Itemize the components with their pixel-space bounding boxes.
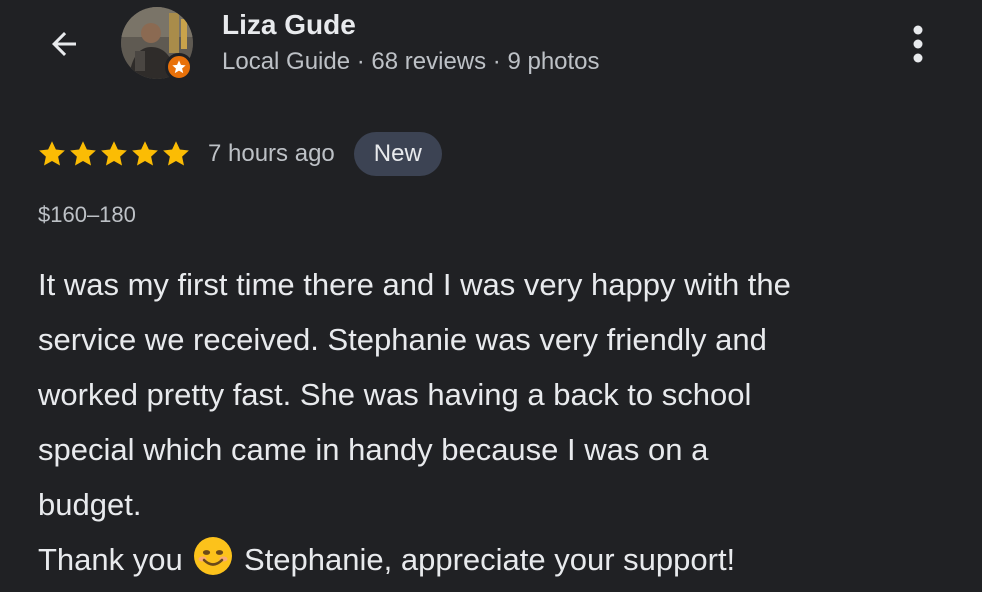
star-icon bbox=[132, 141, 158, 166]
review-time: 7 hours ago bbox=[208, 140, 335, 167]
closing-text-end: Stephanie, appreciate your support! bbox=[244, 542, 736, 577]
smiling-face-icon bbox=[194, 537, 233, 575]
review-text: It was my first time there and I was ver… bbox=[38, 257, 958, 587]
review-line: It was my first time there and I was ver… bbox=[38, 267, 791, 302]
back-button[interactable] bbox=[44, 26, 84, 66]
star-icon bbox=[39, 141, 65, 166]
more-options-button[interactable] bbox=[898, 22, 938, 70]
new-badge: New bbox=[353, 132, 442, 176]
user-meta: Local Guide · 68 reviews · 9 photos bbox=[222, 48, 600, 75]
review-line: worked pretty fast. She was having a bac… bbox=[38, 377, 752, 412]
rating-row: 7 hours ago New bbox=[37, 131, 442, 177]
local-guide-star-icon bbox=[165, 53, 193, 81]
user-name[interactable]: Liza Gude bbox=[222, 9, 356, 41]
star-icon bbox=[70, 141, 96, 166]
star-icon bbox=[101, 141, 127, 166]
review-line-closing: Thank you Stephanie, appreciate your sup… bbox=[38, 532, 958, 587]
closing-text-start: Thank you bbox=[38, 542, 183, 577]
review-line: service we received. Stephanie was very … bbox=[38, 322, 767, 357]
arrow-back-icon bbox=[46, 26, 82, 67]
review-line: special which came in handy because I wa… bbox=[38, 432, 709, 467]
more-vert-icon bbox=[912, 24, 924, 69]
star-icon bbox=[163, 141, 189, 166]
review-line: budget. bbox=[38, 487, 142, 522]
star-rating bbox=[37, 139, 191, 169]
user-avatar[interactable] bbox=[121, 7, 195, 81]
price-range: $160–180 bbox=[38, 202, 136, 227]
